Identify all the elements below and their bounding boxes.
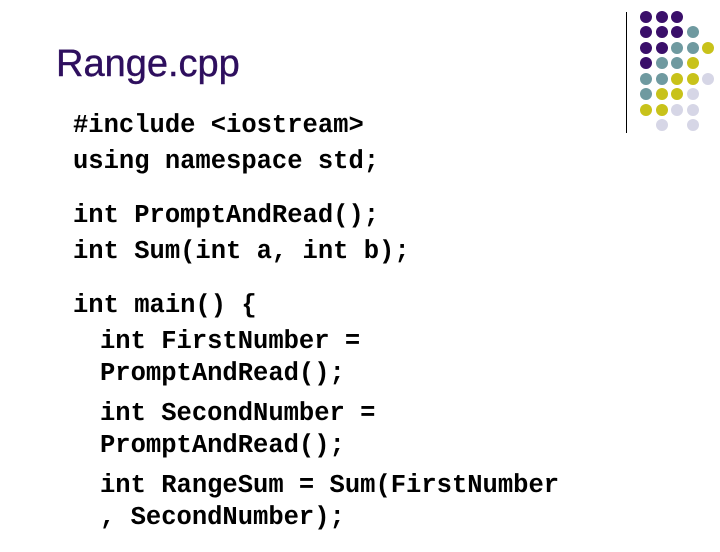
decorative-dot: [656, 88, 668, 100]
decorative-dot: [671, 88, 683, 100]
decorative-dot: [656, 119, 668, 131]
slide-title: Range.cpp: [56, 43, 240, 85]
decorative-dot: [640, 73, 652, 85]
code-group-includes: #include <iostream> using namespace std;: [73, 108, 559, 180]
decorative-dot: [687, 73, 699, 85]
decorative-dot: [687, 57, 699, 69]
decorative-dot: [656, 73, 668, 85]
decorative-dot: [702, 42, 714, 54]
decorative-dot: [640, 11, 652, 23]
decorative-dot: [687, 104, 699, 116]
code-line: PromptAndRead();: [100, 359, 345, 388]
code-line: #include <iostream>: [73, 111, 364, 140]
decorative-dot: [656, 104, 668, 116]
decorative-dot: [687, 26, 699, 38]
code-line: int RangeSum = Sum(FirstNumber: [100, 471, 560, 500]
decorative-dot: [656, 11, 668, 23]
code-line: int FirstNumber =: [100, 327, 361, 356]
decorative-dot: [671, 73, 683, 85]
decorative-dot: [656, 42, 668, 54]
decorative-dot: [640, 42, 652, 54]
decorative-dot: [640, 57, 652, 69]
decorative-dot: [640, 104, 652, 116]
divider-line: [626, 12, 627, 133]
decorative-dot: [671, 57, 683, 69]
code-group-main: int main() { int FirstNumber = PromptAnd…: [73, 286, 559, 534]
decorative-dot: [656, 57, 668, 69]
code-line: using namespace std;: [73, 147, 380, 176]
decorative-dot: [671, 42, 683, 54]
decorative-dot: [687, 42, 699, 54]
decorative-dot: [687, 88, 699, 100]
decorative-dot: [671, 26, 683, 38]
decorative-dot: [702, 73, 714, 85]
decorative-dot: [640, 26, 652, 38]
code-line: int Sum(int a, int b);: [73, 237, 410, 266]
code-line: int SecondNumber =: [100, 399, 376, 428]
code-line: PromptAndRead();: [100, 431, 345, 460]
code-line: int PromptAndRead();: [73, 201, 380, 230]
decorative-dot: [671, 11, 683, 23]
decorative-dot: [671, 104, 683, 116]
decorative-dot: [656, 26, 668, 38]
decorative-dot: [687, 119, 699, 131]
code-block: #include <iostream> using namespace std;…: [73, 108, 559, 552]
decorative-dot: [640, 88, 652, 100]
code-group-prototypes: int PromptAndRead(); int Sum(int a, int …: [73, 198, 559, 270]
code-line: int main() {: [73, 291, 257, 320]
code-line: , SecondNumber);: [100, 503, 345, 532]
